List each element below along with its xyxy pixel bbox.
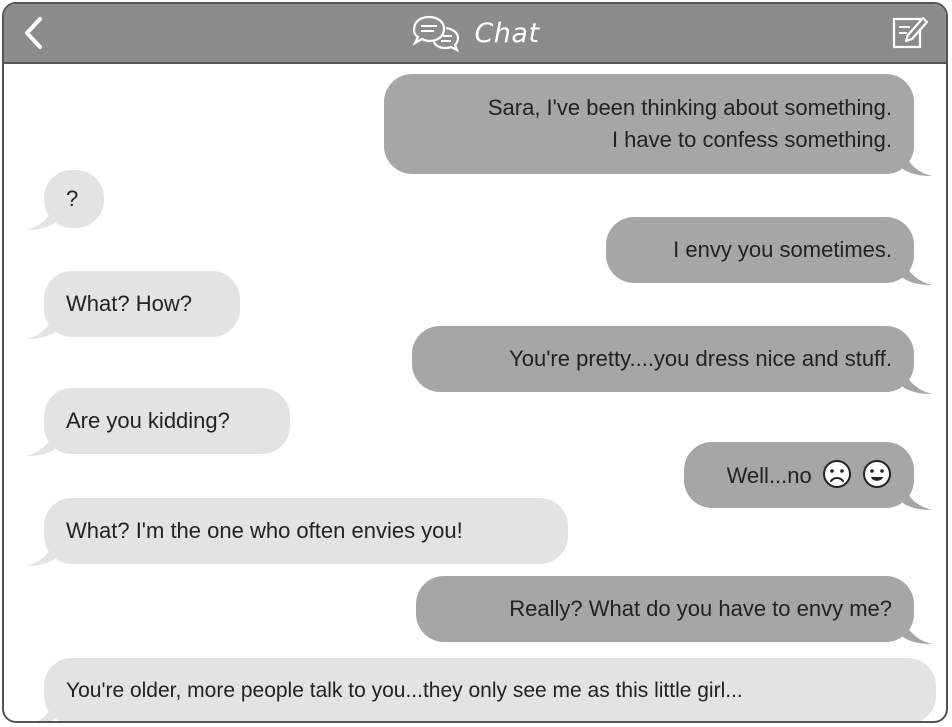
message-text: I envy you sometimes. [673,237,892,262]
speech-bubbles-icon [412,15,460,52]
sent-message-bubble[interactable]: Really? What do you have to envy me? [416,576,932,644]
received-message-bubble[interactable]: ? [26,170,104,230]
message-row: I envy you sometimes. [606,217,932,285]
header-bar: Chat [4,4,946,64]
message-row: What? How? [26,271,240,339]
bubble-tail [902,480,932,510]
sent-message-bubble[interactable]: Well...no [684,442,932,510]
message-row: What? I'm the one who often envies you! [26,498,568,566]
received-message-bubble[interactable]: Are you kidding? [26,388,290,456]
received-message-bubble[interactable]: You're older, more people talk to you...… [38,658,936,721]
header-title-group: Chat [4,13,946,53]
sent-message-bubble[interactable]: You're pretty....you dress nice and stuf… [412,326,932,394]
bubble-tail [902,255,932,285]
grimace-face-icon [863,460,891,488]
message-row: Are you kidding? [26,388,290,456]
sent-message-bubble[interactable]: Sara, I've been thinking about something… [384,74,932,176]
received-message-bubble[interactable]: What? I'm the one who often envies you! [26,498,568,566]
bubble-tail [26,200,56,230]
message-row: You're older, more people talk to you...… [38,658,936,721]
message-text: What? I'm the one who often envies you! [66,518,463,543]
message-content: Well...no [706,459,892,492]
compose-button[interactable] [890,13,930,53]
message-row: You're pretty....you dress nice and stuf… [412,326,932,394]
bubble-tail [26,309,56,339]
compose-icon [892,16,929,49]
message-text: Really? What do you have to envy me? [509,596,892,621]
bubble-tail [26,426,56,456]
message-text: What? How? [66,291,192,316]
bubble-tail [902,146,932,176]
message-row: Sara, I've been thinking about something… [384,74,932,176]
message-text: ? [66,186,79,211]
message-text: Are you kidding? [66,408,230,433]
message-list: Sara, I've been thinking about something… [4,64,946,721]
bubble-tail [26,536,56,566]
message-text: Well...no [726,463,812,488]
message-row: Well...no [684,442,932,510]
message-text: Sara, I've been thinking about something… [487,95,892,120]
message-text: You're pretty....you dress nice and stuf… [509,346,892,371]
bubble-tail [902,614,932,644]
received-message-bubble[interactable]: What? How? [26,271,240,339]
chat-window: Chat Sara, I've been thinking about some… [2,2,948,723]
message-text: I have to confess something. [611,127,892,152]
bubble-tail [902,364,932,394]
page-title: Chat [474,17,540,49]
message-row: ? [26,170,104,230]
sad-face-icon [822,460,851,488]
message-row: Really? What do you have to envy me? [416,576,932,644]
sent-message-bubble[interactable]: I envy you sometimes. [606,217,932,285]
message-text: You're older, more people talk to you...… [66,679,743,702]
bubble-tail [38,696,56,721]
